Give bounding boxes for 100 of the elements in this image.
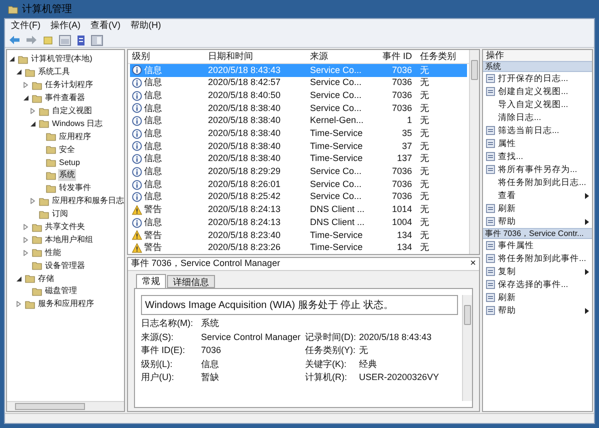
field-value: 经典	[359, 358, 377, 370]
folder-up-icon[interactable]	[43, 35, 53, 45]
action-item[interactable]: 刷新	[498, 291, 589, 304]
tree-item[interactable]: 性能	[44, 246, 62, 259]
list-icon[interactable]	[77, 34, 85, 46]
column-header[interactable]: 级别	[128, 50, 204, 64]
tree-item[interactable]: 共享文件夹	[44, 221, 86, 234]
action-item[interactable]: 事件属性	[498, 239, 589, 252]
action-item[interactable]: 帮助	[498, 215, 582, 228]
action-item[interactable]: 属性	[498, 137, 589, 150]
tree-item[interactable]: 设备管理器	[44, 260, 86, 272]
action-item[interactable]: 查看	[498, 189, 582, 202]
tree-item[interactable]: Setup	[58, 156, 81, 169]
column-header[interactable]: 来源	[306, 50, 378, 64]
action-item[interactable]: 保存选择的事件...	[498, 278, 589, 291]
section-header[interactable]: 系统	[483, 61, 592, 72]
collapse-icon[interactable]	[16, 69, 22, 76]
menu-item[interactable]: 查看(V)	[90, 19, 120, 33]
section-header[interactable]: 事件 7036，Service Contr...	[483, 228, 592, 239]
tab[interactable]: 常规	[136, 274, 166, 289]
tree-item[interactable]: 应用程序和服务日志	[51, 195, 124, 208]
scrollbar[interactable]	[7, 401, 124, 411]
action-item[interactable]: 刷新	[498, 202, 589, 215]
tree-item[interactable]: 事件查看器	[44, 92, 86, 104]
action-item[interactable]: 创建自定义视图...	[498, 85, 589, 98]
table-cell-text: 2020/5/18 8:26:01	[207, 178, 282, 191]
info-icon	[132, 180, 142, 190]
tree-item[interactable]: 转发事件	[58, 182, 92, 194]
event-row[interactable]: 信息 2020/5/18 8:38:40 Service Co... 7036 无	[130, 102, 467, 115]
event-row[interactable]: 信息 2020/5/18 8:38:40 Time-Service 35 无	[130, 127, 467, 140]
warning-icon	[132, 242, 142, 253]
tree-item[interactable]: 存储	[37, 272, 55, 285]
event-row[interactable]: 警告 2020/5/18 8:23:26 Time-Service 134 无	[130, 242, 467, 254]
menu-item[interactable]: 帮助(H)	[130, 19, 161, 33]
forward-icon[interactable]	[26, 35, 37, 45]
expand-icon[interactable]	[23, 82, 29, 88]
menu-item[interactable]: 文件(F)	[11, 19, 40, 33]
collapse-icon[interactable]	[23, 95, 29, 102]
back-icon[interactable]	[9, 35, 20, 45]
action-item[interactable]: 帮助	[498, 304, 582, 317]
tree-item[interactable]: Windows 日志	[51, 118, 104, 130]
event-row[interactable]: 信息 2020/5/18 8:25:42 Service Co... 7036 无	[130, 190, 467, 204]
tree-item[interactable]: 系统	[58, 169, 76, 182]
expand-icon[interactable]	[16, 301, 22, 308]
table-cell-text: 137	[396, 152, 413, 166]
action-item[interactable]: 将任务附加到此日志...	[498, 176, 589, 189]
collapse-icon[interactable]	[9, 56, 15, 62]
column-header[interactable]: 事件 ID	[378, 50, 416, 64]
expand-icon[interactable]	[30, 108, 36, 114]
event-row[interactable]: 信息 2020/5/18 8:42:57 Service Co... 7036 无	[130, 76, 467, 90]
action-item[interactable]: 查找...	[498, 150, 589, 163]
tree-item[interactable]: 应用程序	[58, 130, 92, 143]
action-item[interactable]: 将所有事件另存为...	[498, 163, 589, 176]
event-row[interactable]: 警告 2020/5/18 8:24:13 DNS Client ... 1014 无	[130, 204, 467, 216]
column-header[interactable]: 任务类别	[416, 50, 462, 64]
expand-icon[interactable]	[23, 224, 29, 230]
event-row[interactable]: 信息 2020/5/18 8:38:40 Kernel-Gen... 1 无	[130, 114, 467, 128]
event-row[interactable]: 信息 2020/5/18 8:38:40 Time-Service 137 无	[130, 152, 467, 166]
tree-item[interactable]: 安全	[58, 144, 76, 156]
window-icon[interactable]	[59, 34, 71, 46]
info-icon	[132, 218, 142, 228]
panel-icon[interactable]	[91, 34, 103, 46]
submenu-arrow-icon	[585, 192, 589, 198]
column-header[interactable]: 日期和时间	[204, 50, 306, 64]
action-item[interactable]: 复制	[498, 265, 582, 278]
action-item[interactable]: 导入自定义视图...	[498, 98, 589, 111]
tree-item[interactable]: 自定义视图	[51, 105, 93, 117]
tab[interactable]: 详细信息	[167, 275, 215, 288]
expand-icon[interactable]	[30, 198, 36, 204]
action-item[interactable]: 将任务附加到此事件...	[498, 252, 589, 265]
close-button[interactable]: ×	[470, 259, 476, 269]
action-item[interactable]: 清除日志...	[498, 111, 589, 124]
folder-icon	[8, 4, 18, 14]
collapse-icon[interactable]	[30, 120, 36, 127]
warning-icon	[132, 230, 142, 240]
expand-icon[interactable]	[23, 250, 29, 256]
event-row[interactable]: 信息 2020/5/18 8:24:13 DNS Client ... 1004 无	[130, 216, 467, 229]
event-row[interactable]: 信息 2020/5/18 8:29:29 Service Co... 7036 无	[130, 166, 467, 178]
table-cell-text: Time-Service	[309, 228, 364, 242]
collapse-icon[interactable]	[16, 276, 22, 282]
event-row[interactable]: 警告 2020/5/18 8:23:40 Time-Service 134 无	[130, 228, 467, 242]
field-label: 日志名称(M):	[141, 317, 194, 330]
action-item[interactable]: 筛选当前日志...	[498, 124, 589, 137]
scrollbar[interactable]	[469, 50, 479, 254]
table-cell-text: 2020/5/18 8:38:40	[207, 140, 282, 153]
tree-item[interactable]: 任务计划程序	[44, 79, 94, 92]
tree-item[interactable]: 本地用户和组	[44, 234, 94, 246]
tree-item[interactable]: 服务和应用程序	[37, 298, 95, 310]
tree-item[interactable]: 计算机管理(本地)	[30, 53, 94, 66]
event-row[interactable]: 信息 2020/5/18 8:26:01 Service Co... 7036 无	[130, 178, 467, 191]
tree-item[interactable]: 磁盘管理	[44, 285, 78, 298]
expand-icon[interactable]	[23, 236, 29, 243]
scrollbar[interactable]	[462, 295, 472, 401]
menu-item[interactable]: 操作(A)	[50, 19, 80, 33]
tree-item[interactable]: 系统工具	[37, 66, 71, 78]
action-item[interactable]: 打开保存的日志...	[498, 72, 589, 85]
action-icon	[486, 280, 495, 289]
event-row[interactable]: 信息 2020/5/18 8:38:40 Time-Service 37 无	[130, 140, 467, 153]
tree-item[interactable]: 订阅	[51, 208, 69, 220]
event-row[interactable]: 信息 2020/5/18 8:40:50 Service Co... 7036 无	[130, 89, 467, 102]
